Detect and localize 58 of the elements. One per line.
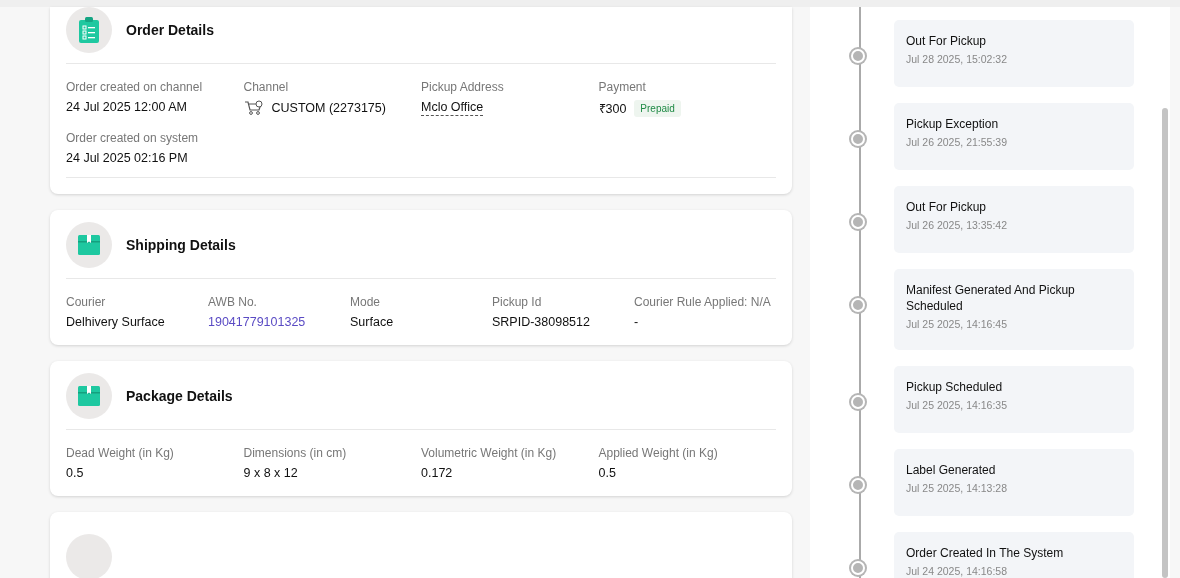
timeline-dot [851, 132, 865, 146]
field-value: 0.5 [598, 466, 617, 480]
field-value: 0.172 [421, 466, 454, 480]
awb-link[interactable]: 19041779101325 [208, 315, 350, 329]
field-label: Mode [350, 295, 382, 309]
field-label: Courier Rule Applied: N/A [634, 295, 772, 309]
timeline-dot [851, 561, 865, 575]
field-value: 9 x 8 x 12 [243, 466, 299, 480]
event-status: Out For Pickup [906, 33, 988, 49]
event-time: Jul 28 2025, 15:02:32 [906, 53, 1008, 65]
event-time: Jul 26 2025, 13:35:42 [906, 219, 1008, 231]
field-label: Order created on channel [66, 80, 204, 94]
field-label: Applied Weight (in Kg) [598, 446, 719, 460]
event-time: Jul 24 2025, 14:16:58 [906, 565, 1008, 577]
event-status: Order Created In The System [906, 545, 1065, 561]
field-label: Payment [598, 80, 647, 94]
field-label: AWB No. [208, 295, 258, 309]
field-label: Courier [66, 295, 107, 309]
cart-icon [243, 100, 264, 116]
card-title: Package Details [126, 388, 233, 404]
timeline-dot [851, 215, 865, 229]
card-title: Shipping Details [126, 237, 236, 253]
field-value: Delhivery Surface [66, 315, 166, 329]
clipboard-icon [79, 17, 99, 43]
field-label: Channel [243, 80, 290, 94]
event-status: Manifest Generated And Pickup Scheduled [906, 282, 1076, 314]
field-label: Pickup Id [492, 295, 543, 309]
event-time: Jul 25 2025, 14:16:35 [906, 399, 1008, 411]
card-title: Order Details [126, 22, 214, 38]
event-time: Jul 26 2025, 21:55:39 [906, 136, 1008, 148]
field-value: Surface [350, 315, 395, 329]
timeline-dot [851, 478, 865, 492]
address-value[interactable]: Mclo Office [421, 100, 484, 116]
timeline-dot [851, 395, 865, 409]
field-value: 24 Jul 2025 02:16 PM [66, 151, 189, 165]
event-status: Pickup Scheduled [906, 379, 1004, 395]
field-value: SRPID-38098512 [492, 315, 591, 329]
field-label: Dead Weight (in Kg) [66, 446, 175, 460]
event-status: Pickup Exception [906, 116, 1000, 132]
field-value: ₹300 [598, 101, 627, 117]
event-status: Label Generated [906, 462, 997, 478]
field-label: Pickup Address [421, 80, 505, 94]
box-icon [78, 386, 100, 406]
timeline-dot [851, 298, 865, 312]
payment-badge: Prepaid [634, 100, 681, 117]
field-label: Dimensions (in cm) [243, 446, 348, 460]
event-time: Jul 25 2025, 14:13:28 [906, 482, 1008, 494]
event-status: Out For Pickup [906, 199, 988, 215]
field-label: Volumetric Weight (in Kg) [421, 446, 558, 460]
box-icon [78, 235, 100, 255]
event-time: Jul 25 2025, 14:16:45 [906, 318, 1008, 330]
field-value: 24 Jul 2025 12:00 AM [66, 100, 188, 114]
field-label: Order created on system [66, 131, 200, 145]
scrollbar[interactable] [1162, 108, 1168, 578]
timeline-dot [851, 49, 865, 63]
field-value: - [634, 315, 640, 329]
field-value: 0.5 [66, 466, 85, 480]
field-value: CUSTOM (2273175) [271, 101, 386, 115]
